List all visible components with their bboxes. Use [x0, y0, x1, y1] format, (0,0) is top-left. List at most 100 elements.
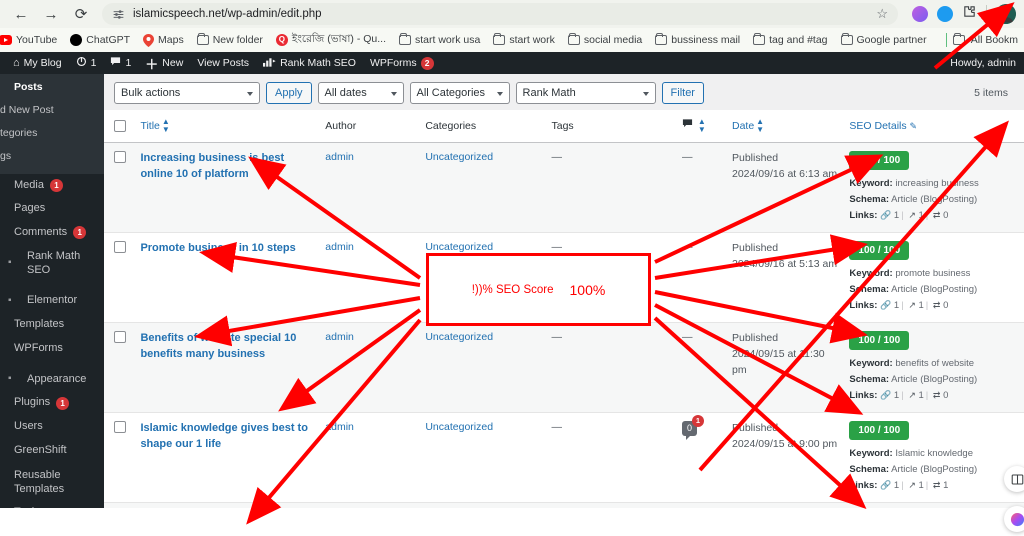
- extension-brain-icon[interactable]: [912, 6, 928, 22]
- adminbar-item-new[interactable]: ＋ New: [138, 52, 190, 74]
- adminbar-label: My Blog: [23, 57, 62, 69]
- sidebar-item-rank-math-seo[interactable]: ▪ Rank Math SEO: [0, 245, 104, 283]
- sort-arrows-icon[interactable]: ▲ ▼: [698, 118, 706, 134]
- sidebar-item-pages[interactable]: Pages: [0, 197, 104, 221]
- floating-widget-book-icon[interactable]: [1004, 466, 1024, 492]
- all-categories-select[interactable]: All Categories: [409, 82, 510, 104]
- category-link[interactable]: Uncategorized: [425, 331, 493, 343]
- bulk-actions-select[interactable]: Bulk actions: [114, 82, 260, 104]
- adminbar-item-rank-math[interactable]: Rank Math SEO: [256, 52, 363, 74]
- all-dates-select[interactable]: All dates: [317, 82, 404, 104]
- category-link[interactable]: Uncategorized: [425, 241, 493, 253]
- author-link[interactable]: admin: [325, 421, 354, 433]
- table-row[interactable]: Benefits of website special 10 benefits …: [104, 322, 1024, 414]
- forward-arrow-icon[interactable]: →: [38, 1, 64, 27]
- sidebar-item-categories[interactable]: tegories: [0, 122, 104, 145]
- select-all-checkbox[interactable]: [114, 120, 126, 133]
- all-bookmarks-button[interactable]: All Bookm: [945, 32, 1020, 47]
- comments-icon: [682, 119, 696, 132]
- adminbar-item-updates[interactable]: 1: [69, 52, 104, 74]
- category-link[interactable]: Uncategorized: [425, 151, 493, 163]
- row-comments-cell[interactable]: 0 1: [675, 412, 726, 504]
- profile-avatar-icon[interactable]: [996, 4, 1016, 24]
- sidebar-item-plugins[interactable]: Plugins 1: [0, 391, 104, 415]
- table-row[interactable]: Islamic knowledge gives best to shape ou…: [104, 412, 1024, 504]
- bookmark-maps[interactable]: Maps: [138, 32, 189, 49]
- row-checkbox-cell[interactable]: [104, 502, 135, 508]
- row-checkbox-cell[interactable]: [104, 142, 135, 234]
- adminbar-item-view-posts[interactable]: View Posts: [190, 52, 256, 74]
- post-title-link[interactable]: Promote business in 10 steps: [140, 241, 313, 257]
- sidebar-item-label: Templates: [14, 318, 65, 330]
- sidebar-item-tools[interactable]: Tools: [0, 501, 104, 508]
- apply-button[interactable]: Apply: [266, 82, 312, 104]
- row-checkbox-cell[interactable]: [104, 232, 135, 324]
- bookmark-start-work[interactable]: start work: [488, 32, 560, 48]
- sidebar-item-tags[interactable]: gs: [0, 145, 104, 168]
- table-row[interactable]: Islamic Speech Special provides Islamic …: [104, 502, 1024, 508]
- bookmark-tag-and-tag[interactable]: tag and #tag: [748, 32, 832, 48]
- bookmark-star-icon[interactable]: ☆: [876, 6, 888, 22]
- bookmark-quora[interactable]: ইংরেজি (ভাষা) - Qu...: [271, 30, 391, 51]
- post-title-link[interactable]: Islamic knowledge gives best to shape ou…: [140, 421, 313, 453]
- bookmark-new-folder[interactable]: New folder: [192, 32, 268, 48]
- back-arrow-icon[interactable]: ←: [8, 1, 34, 27]
- extension-puzzle-icon[interactable]: [962, 4, 977, 24]
- row-checkbox-cell[interactable]: [104, 412, 135, 504]
- bookmark-start-work-usa[interactable]: start work usa: [394, 32, 485, 48]
- sidebar-item-greenshift[interactable]: GreenShift: [0, 439, 104, 463]
- select-all-header[interactable]: [104, 110, 135, 144]
- seo-score-badge[interactable]: 100 / 100: [849, 331, 910, 351]
- author-link[interactable]: admin: [325, 241, 354, 253]
- adminbar-item-my-blog[interactable]: ⌂ My Blog: [6, 52, 69, 74]
- sort-arrows-icon[interactable]: ▲ ▼: [756, 118, 764, 134]
- comment-count-bubble[interactable]: 0 1: [681, 415, 704, 440]
- adminbar-item-comments[interactable]: 1: [103, 52, 138, 74]
- bookmark-google-partner[interactable]: Google partner: [836, 32, 932, 48]
- bookmark-youtube[interactable]: YouTube: [0, 32, 62, 48]
- row-checkbox[interactable]: [114, 421, 126, 434]
- adminbar-item-wpforms[interactable]: WPForms 2: [363, 52, 441, 74]
- category-link[interactable]: Uncategorized: [425, 421, 493, 433]
- site-settings-icon[interactable]: [112, 8, 125, 21]
- rank-math-filter-select[interactable]: Rank Math: [515, 82, 656, 104]
- table-row[interactable]: Increasing business is best online 10 of…: [104, 142, 1024, 234]
- header-seo-details[interactable]: SEO Details ✎: [843, 110, 1024, 144]
- reload-icon[interactable]: ⟳: [68, 1, 94, 27]
- header-comments[interactable]: ▲ ▼: [675, 110, 726, 144]
- row-checkbox-cell[interactable]: [104, 322, 135, 414]
- sidebar-item-reusable-templates[interactable]: Reusable Templates: [0, 463, 104, 502]
- row-checkbox[interactable]: [114, 151, 126, 164]
- bookmark-bussiness-mail[interactable]: bussiness mail: [650, 32, 745, 48]
- sidebar-item-elementor[interactable]: ▪ Elementor: [0, 289, 104, 313]
- bookmark-social-media[interactable]: social media: [563, 32, 647, 48]
- floating-widget-colorful-icon[interactable]: [1004, 506, 1024, 532]
- sidebar-item-posts[interactable]: Posts: [0, 76, 104, 99]
- extension-telegram-icon[interactable]: [937, 6, 953, 22]
- seo-score-badge[interactable]: 100 / 100: [849, 241, 910, 261]
- sidebar-item-users[interactable]: Users: [0, 415, 104, 439]
- address-bar[interactable]: islamicspeech.net/wp-admin/edit.php ☆: [102, 3, 898, 25]
- sidebar-item-comments[interactable]: Comments 1: [0, 221, 104, 245]
- filter-button[interactable]: Filter: [661, 82, 704, 104]
- post-title-link[interactable]: Benefits of website special 10 benefits …: [140, 331, 313, 363]
- post-title-link[interactable]: Increasing business is best online 10 of…: [140, 151, 313, 183]
- sidebar-item-appearance[interactable]: ▪ Appearance: [0, 368, 104, 392]
- pencil-icon[interactable]: ✎: [910, 121, 918, 131]
- adminbar-howdy[interactable]: Howdy, admin: [950, 57, 1024, 69]
- sidebar-item-wpforms[interactable]: WPForms: [0, 337, 104, 361]
- author-link[interactable]: admin: [325, 151, 354, 163]
- row-checkbox[interactable]: [114, 241, 126, 254]
- row-checkbox[interactable]: [114, 331, 126, 344]
- sidebar-item-add-new-post[interactable]: d New Post: [0, 99, 104, 122]
- header-date[interactable]: Date ▲ ▼: [725, 110, 844, 144]
- sidebar-item-templates[interactable]: Templates: [0, 313, 104, 337]
- header-title[interactable]: Title ▲ ▼: [134, 110, 320, 144]
- seo-score-badge[interactable]: 100 / 100: [849, 421, 910, 441]
- bookmark-chatgpt[interactable]: ChatGPT: [65, 32, 135, 48]
- sort-arrows-icon[interactable]: ▲ ▼: [162, 118, 170, 134]
- seo-score-badge[interactable]: 100 / 100: [849, 151, 910, 171]
- sidebar-item-media[interactable]: Media 1: [0, 174, 104, 198]
- header-categories-label: Categories: [425, 120, 477, 133]
- author-link[interactable]: admin: [325, 331, 354, 343]
